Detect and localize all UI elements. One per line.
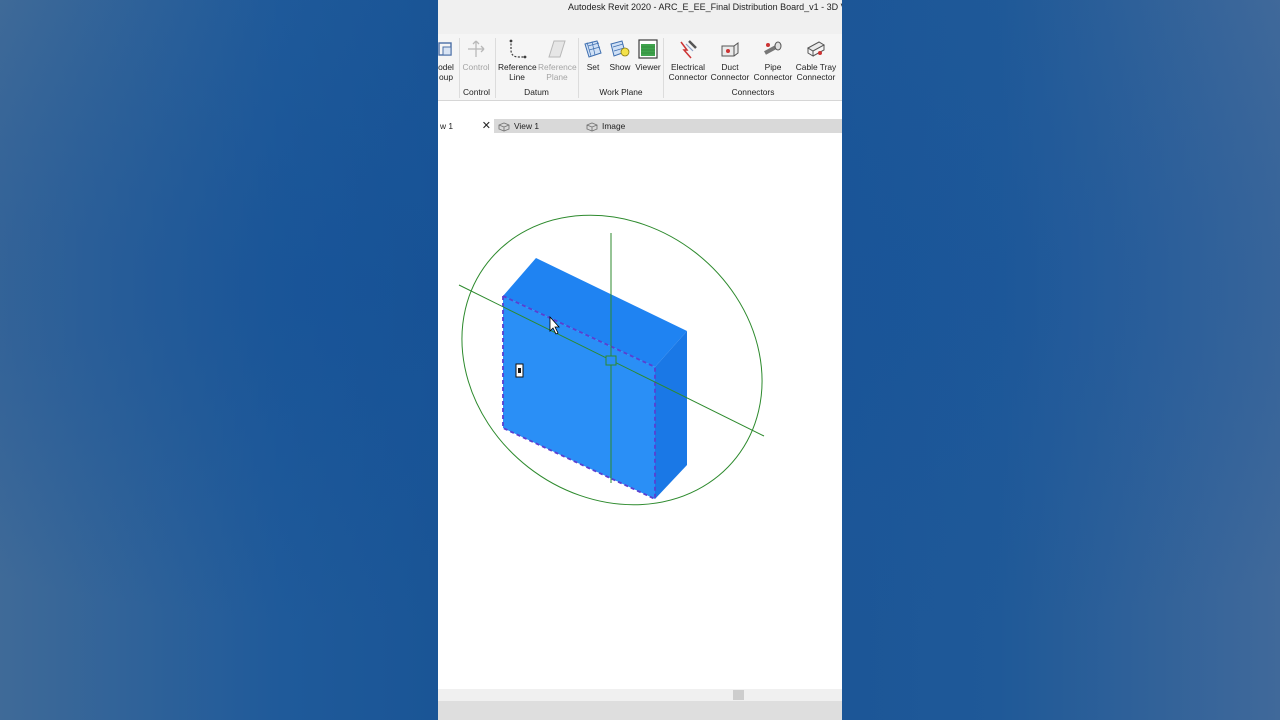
reference-line-label: Reference	[498, 62, 537, 72]
tab-view-active[interactable]: w 1 ✕	[438, 119, 494, 133]
reference-line-button[interactable]: Reference Line	[498, 38, 537, 82]
reference-plane-label-2: Plane	[546, 72, 568, 82]
model-group-label-2: oup	[439, 72, 453, 82]
revit-window: Autodesk Revit 2020 - ARC_E_EE_Final Dis…	[438, 0, 842, 720]
3d-model-drawing[interactable]	[438, 133, 842, 689]
tab-label: Image	[602, 121, 626, 131]
status-bar	[438, 701, 842, 720]
family-symbol-icon	[515, 363, 524, 378]
control-button[interactable]: Control	[460, 38, 492, 72]
panel-label-work-plane: Work Plane	[599, 87, 643, 97]
tab-view-1[interactable]: View 1	[498, 119, 584, 133]
viewer-label: Viewer	[635, 62, 661, 72]
pipe-connector-icon	[764, 41, 782, 55]
reference-line-label-2: Line	[509, 72, 525, 82]
cable-tray-connector-label: Cable Tray	[795, 62, 837, 72]
control-label: Control	[462, 62, 490, 72]
duct-connector-icon	[721, 42, 739, 57]
show-label: Show	[609, 62, 631, 72]
reference-plane-button[interactable]: Reference Plane	[538, 38, 577, 82]
control-arrows-icon	[468, 40, 485, 57]
horizontal-scrollbar[interactable]	[438, 689, 842, 701]
set-work-plane-icon	[584, 40, 602, 58]
show-work-plane-icon	[610, 40, 630, 57]
electrical-connector-icon	[680, 40, 697, 59]
work-plane-viewer-icon	[638, 39, 658, 59]
duct-connector-button[interactable]: Duct Connector	[710, 38, 750, 82]
set-work-plane-button[interactable]: Set	[581, 38, 605, 72]
set-label: Set	[586, 62, 600, 72]
3d-view-canvas[interactable]	[438, 133, 842, 689]
model-group-button[interactable]: odel oup	[438, 38, 458, 82]
panel-label-datum: Datum	[524, 87, 549, 97]
view-tab-bar: w 1 ✕ View 1 Image	[438, 119, 842, 133]
3d-view-icon	[586, 122, 598, 132]
work-plane-viewer-button[interactable]: Viewer	[634, 38, 662, 72]
title-bar: Autodesk Revit 2020 - ARC_E_EE_Final Dis…	[438, 0, 842, 34]
electrical-connector-button[interactable]: Electrical Connector	[666, 38, 710, 82]
pipe-connector-label-2: Connector	[753, 72, 793, 82]
tab-label: View 1	[514, 121, 539, 131]
pipe-connector-label: Pipe	[764, 62, 782, 72]
tab-image[interactable]: Image	[586, 119, 666, 133]
tab-label: w 1	[440, 121, 454, 131]
close-icon[interactable]: ✕	[482, 119, 491, 133]
model-group-icon	[438, 42, 452, 56]
scrollbar-thumb[interactable]	[733, 690, 744, 700]
show-work-plane-button[interactable]: Show	[607, 38, 633, 72]
model-group-label: odel	[438, 62, 454, 72]
window-title: Autodesk Revit 2020 - ARC_E_EE_Final Dis…	[568, 2, 842, 12]
cable-tray-connector-icon	[806, 41, 826, 57]
panel-label-control: Control	[463, 87, 490, 97]
panel-label-connectors: Connectors	[731, 87, 775, 97]
electrical-connector-label-2: Connector	[668, 72, 708, 82]
reference-plane-icon	[548, 40, 566, 58]
3d-view-icon	[498, 122, 510, 132]
reference-plane-label: Reference	[538, 62, 577, 72]
duct-connector-label-2: Connector	[710, 72, 750, 82]
cable-tray-connector-label-2: Connector	[796, 72, 836, 82]
pipe-connector-button[interactable]: Pipe Connector	[752, 38, 794, 82]
cable-tray-connector-button[interactable]: Cable Tray Connector	[795, 38, 837, 82]
ribbon: odel oup Control Reference Line Referenc…	[438, 34, 842, 101]
duct-connector-label: Duct	[721, 62, 739, 72]
reference-line-icon	[509, 39, 527, 59]
electrical-connector-label: Electrical	[671, 62, 705, 72]
